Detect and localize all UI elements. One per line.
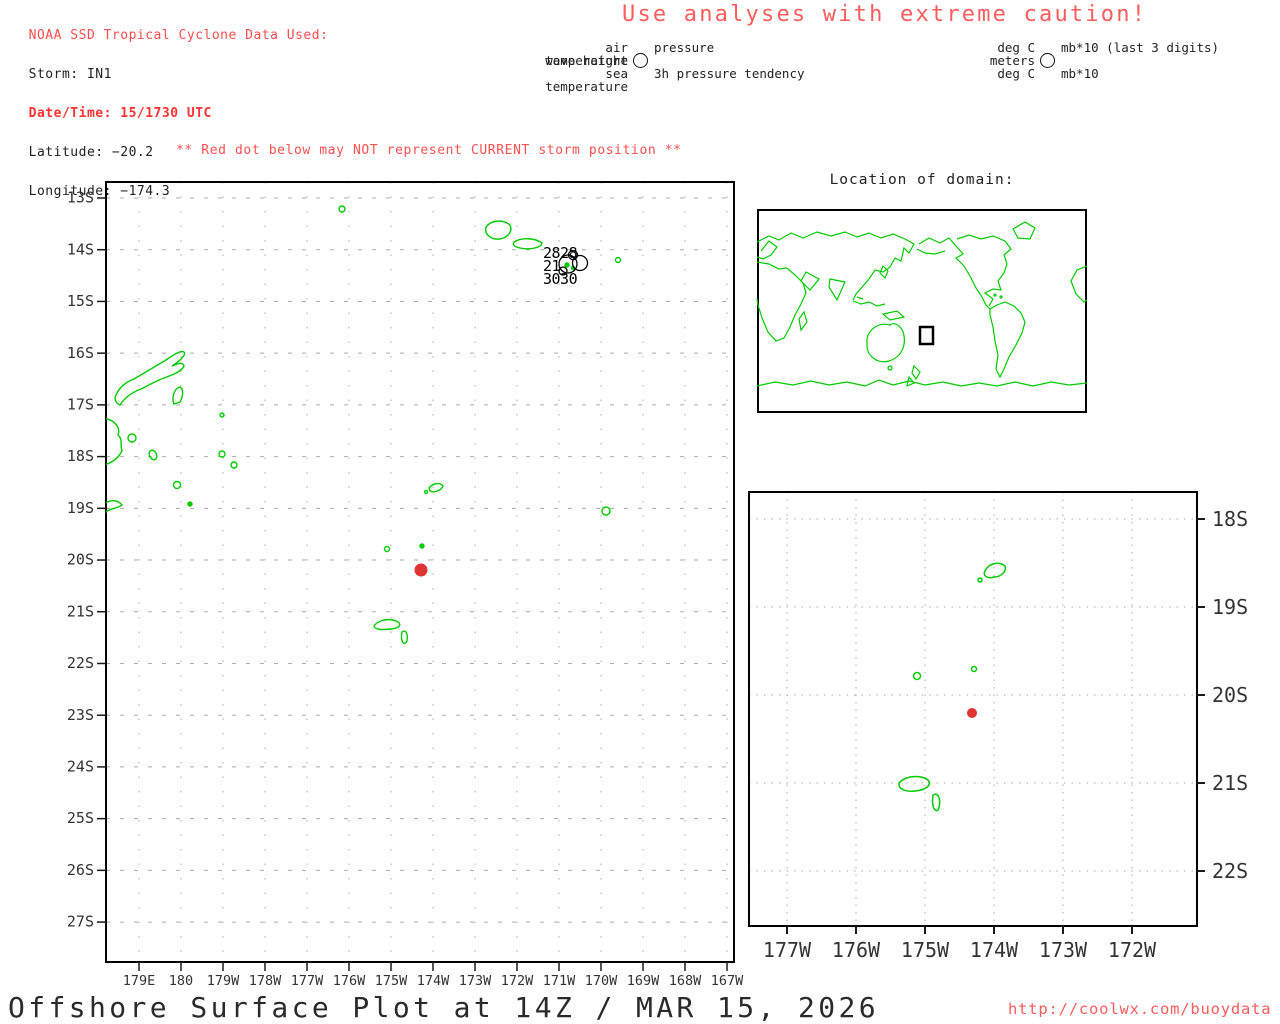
- axis-label-lon: 178W: [249, 973, 282, 989]
- axis-label-lon: 174W: [417, 973, 450, 989]
- legend-sea-temperature: sea temperature: [545, 66, 628, 94]
- axis-label-lon: 180: [169, 973, 193, 989]
- axis-label-lat: 13S: [67, 189, 94, 207]
- axis-label-lon: 171W: [543, 973, 576, 989]
- axis-label-lat: 22S: [67, 654, 94, 672]
- legend-unit-degc-sea: deg C: [997, 66, 1035, 81]
- axis-label-lat: 20S: [1212, 683, 1248, 707]
- axis-label-lon: 176W: [333, 973, 366, 989]
- axis-label-lon: 175W: [901, 938, 950, 962]
- domain-inset-title: Location of domain:: [829, 172, 1015, 188]
- axis-label-lat: 20S: [67, 551, 94, 569]
- zoom-map-axis-labels: 177W 176W 175W 174W 173W 172W 18S 19S 20S 21S 22S: [763, 507, 1248, 962]
- axis-label-lat: 15S: [67, 292, 94, 310]
- axis-label-lat: 16S: [67, 344, 94, 362]
- axis-label-lon: 173W: [1039, 938, 1088, 962]
- axis-label-lon: 170W: [585, 973, 618, 989]
- info-datetime-line: Date/Time: 15/1730 UTC: [28, 105, 212, 121]
- world-location-inset: [756, 209, 1088, 413]
- axis-label-lon: 172W: [501, 973, 534, 989]
- legend-pressure: pressure: [654, 40, 715, 55]
- axis-label-lon: 179W: [207, 973, 240, 989]
- main-surface-map: 2828 21 3030 179E 180 179W 178W 177W 176W 175W…: [67, 181, 744, 989]
- station-legend-units: deg C meters deg C mb*10 (last 3 digits)…: [958, 41, 1219, 80]
- axis-label-lat: 17S: [67, 395, 94, 413]
- domain-location-marker: [918, 325, 935, 346]
- axis-label-lat: 25S: [67, 809, 94, 827]
- axis-label-lat: 27S: [67, 913, 94, 931]
- axis-label-lat: 18S: [67, 447, 94, 465]
- axis-label-lon: 177W: [291, 973, 324, 989]
- coast-eua: [400, 630, 408, 644]
- axis-label-lon: 179E: [123, 973, 156, 989]
- legend-unit-mb10-last3: mb*10 (last 3 digits): [1061, 40, 1220, 55]
- axis-label-lon: 172W: [1108, 938, 1157, 962]
- coast-taveuni: [172, 386, 184, 405]
- coast-tongatapu: [898, 775, 930, 792]
- info-latitude-line: Latitude: −20.2: [28, 144, 154, 160]
- station-legend-labels: air temperature wave height sea temperat…: [518, 40, 805, 94]
- plot-title: Offshore Surface Plot at 14Z / MAR 15, 2…: [8, 991, 880, 1024]
- coast-vavau: [428, 482, 444, 493]
- axis-label-lon: 174W: [970, 938, 1019, 962]
- storm-position-dot: [414, 563, 428, 577]
- axis-label-lat: 18S: [1212, 507, 1248, 531]
- coast-vavau: [983, 562, 1007, 579]
- coast-niuafoou: [338, 205, 346, 213]
- world-coastlines: [756, 221, 1088, 388]
- info-storm-line: Storm: IN1: [28, 66, 112, 82]
- coast-ovalau: [127, 433, 137, 443]
- axis-label-lat: 24S: [67, 758, 94, 776]
- coast-upolu: [512, 238, 543, 250]
- legend-unit-mb10: mb*10: [1061, 66, 1099, 81]
- axis-label-lon: 173W: [459, 973, 492, 989]
- offshore-surface-plot-page: { "colors": { "red_text": "#ff4d4d", "re…: [0, 0, 1280, 1024]
- axis-label-lat: 26S: [67, 861, 94, 879]
- coast-tutuila: [564, 262, 570, 268]
- axis-label-lat: 21S: [67, 602, 94, 620]
- axis-label-lon: 175W: [375, 973, 408, 989]
- coast-koro: [148, 449, 158, 461]
- coast-tongatapu: [373, 618, 401, 631]
- coast-niue: [601, 506, 611, 516]
- coast-savaii: [484, 220, 512, 240]
- axis-label-lon: 177W: [763, 938, 812, 962]
- axis-label-lat: 14S: [67, 240, 94, 258]
- info-source-line: NOAA SSD Tropical Cyclone Data Used:: [28, 27, 329, 43]
- axis-label-lat: 23S: [67, 706, 94, 724]
- axis-label-lat: 22S: [1212, 859, 1248, 883]
- coast-eua: [931, 793, 941, 812]
- station-circle-icon: [633, 53, 648, 68]
- station-value-bottom: 3030: [543, 270, 578, 288]
- storm-position-warning: ** Red dot below may NOT represent CURRE…: [176, 143, 682, 158]
- coast-manua: [614, 256, 622, 264]
- source-url: http://coolwx.com/buoydata: [1008, 1000, 1272, 1018]
- axis-label-lon: 169W: [627, 973, 660, 989]
- axis-label-lat: 19S: [67, 499, 94, 517]
- zoom-map-coastlines: [898, 562, 1007, 812]
- caution-headline: Use analyses with extreme caution!: [622, 2, 1148, 27]
- coast-vanua-levu: [114, 350, 186, 406]
- axis-label-lat: 19S: [1212, 595, 1248, 619]
- axis-label-lat: 21S: [1212, 771, 1248, 795]
- zoom-inset-map: 177W 176W 175W 174W 173W 172W 18S 19S 20S 21S 22S: [748, 491, 1248, 962]
- axis-label-lon: 168W: [669, 973, 702, 989]
- axis-label-lon: 176W: [832, 938, 881, 962]
- storm-position-dot-zoom: [967, 708, 977, 718]
- legend-pressure-tendency: 3h pressure tendency: [654, 66, 805, 81]
- station-circle-icon: [1040, 53, 1055, 68]
